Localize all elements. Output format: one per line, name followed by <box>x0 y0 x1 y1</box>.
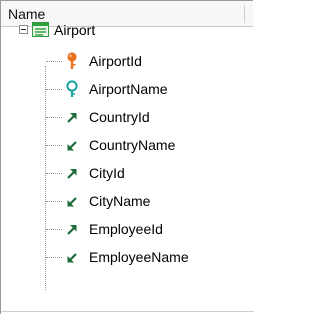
tree-item-label: AirportName <box>89 81 168 97</box>
tree-connector <box>46 145 62 146</box>
tree-item-label: CountryName <box>89 137 176 153</box>
column-separator[interactable] <box>244 5 245 23</box>
collapse-toggle-icon[interactable] <box>19 25 28 34</box>
inferred-attribute-icon <box>67 197 77 207</box>
tree-item-employeename[interactable]: EmployeeName <box>1 243 253 271</box>
tree-item-label: EmployeeName <box>89 249 189 265</box>
tree-item-label: EmployeeId <box>89 221 163 237</box>
tree-item-cityname[interactable]: CityName <box>1 187 253 215</box>
tree-item-label: CityName <box>89 193 151 209</box>
tree-connector <box>46 61 62 62</box>
tree-connector <box>46 229 62 230</box>
primary-key-icon <box>67 52 77 69</box>
tree-connector <box>46 201 62 202</box>
tree-item-employeeid[interactable]: EmployeeId <box>1 215 253 243</box>
tree-item-countryid[interactable]: CountryId <box>1 103 253 131</box>
tree-root-label: Airport <box>54 22 96 38</box>
foreign-key-icon <box>67 225 77 235</box>
tree-connector <box>46 173 62 174</box>
tree-item-label: CountryId <box>89 109 150 125</box>
inferred-attribute-icon <box>67 141 77 151</box>
tree-item-label: CityId <box>89 165 125 181</box>
transaction-table-icon <box>32 22 49 37</box>
description-attribute-icon <box>66 80 78 97</box>
structure-tree: Airport AirportId AirportName CountryId … <box>1 22 253 314</box>
tree-connector <box>46 117 62 118</box>
tree-item-cityid[interactable]: CityId <box>1 159 253 187</box>
tree-connector <box>46 257 62 258</box>
tree-item-airportname[interactable]: AirportName <box>1 75 253 103</box>
foreign-key-icon <box>67 169 77 179</box>
tree-item-label: AirportId <box>89 53 142 69</box>
foreign-key-icon <box>67 113 77 123</box>
column-header-label: Name <box>8 6 46 22</box>
inferred-attribute-icon <box>67 253 77 263</box>
tree-connector <box>46 89 62 90</box>
tree-item-airportid[interactable]: AirportId <box>1 47 253 75</box>
tree-item-countryname[interactable]: CountryName <box>1 131 253 159</box>
panel-bottom-border <box>1 311 254 312</box>
attribute-tree-panel: Name Airport AirportId AirportName Count… <box>0 0 254 314</box>
